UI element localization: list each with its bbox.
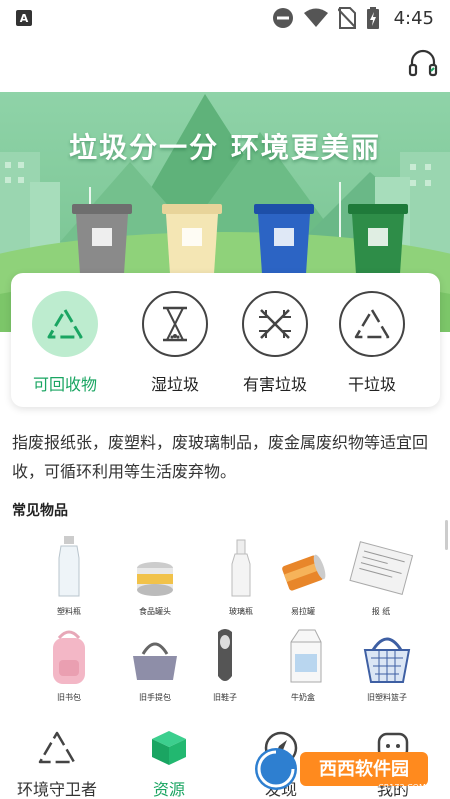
newspaper-icon (349, 541, 414, 595)
backpack-icon (53, 630, 85, 684)
category-dry[interactable]: 干垃圾 (322, 291, 422, 395)
recycle-outline-icon (354, 308, 390, 339)
item-label: 旧鞋子 (213, 693, 237, 702)
recycle-icon (47, 308, 83, 339)
item-food-can[interactable]: 食品罐头 (112, 534, 198, 622)
shoe-icon (218, 629, 232, 681)
banner-title: 垃圾分一分 环境更美丽 (69, 131, 381, 164)
item-label: 报 纸 (371, 607, 391, 616)
glass-bottle-icon (231, 539, 251, 597)
item-label: 易拉罐 (291, 607, 315, 616)
wifi-icon (303, 8, 328, 27)
nav-label: 环境守卫者 (16, 780, 97, 799)
basket-icon (363, 637, 411, 683)
category-recyclable[interactable]: 可回收物 (15, 291, 115, 395)
category-description: 指废报纸张，废塑料，废玻璃制品，废金属废织物等适宜回收，可循环利用等生活废弃物。 (12, 433, 429, 481)
nav-resources[interactable]: 资源 (114, 730, 224, 799)
item-label: 食品罐头 (139, 607, 171, 616)
item-old-plastic-basket[interactable]: 旧塑料篮子 (344, 626, 430, 714)
recycle-nav-icon (38, 731, 76, 764)
scrollbar-thumb[interactable] (445, 520, 448, 550)
headset-icon[interactable] (408, 48, 438, 78)
common-items-grid: 塑料瓶 食品罐头 玻璃瓶 易拉罐 报 纸 旧书包 旧手提包 旧鞋子 牛奶盒 旧塑… (12, 534, 442, 712)
item-label: 旧塑料篮子 (367, 693, 407, 702)
status-bar: A 4:45 (0, 0, 450, 36)
category-hazardous-circle (242, 291, 308, 357)
category-recyclable-circle (32, 291, 98, 357)
no-sim-icon (337, 7, 356, 29)
nav-environment-guardian[interactable]: 环境守卫者 (2, 730, 112, 799)
category-wet[interactable]: 湿垃圾 (125, 291, 225, 395)
item-label: 塑料瓶 (57, 607, 81, 616)
item-milk-carton[interactable]: 牛奶盒 (260, 626, 346, 714)
svg-text:西西软件园: 西西软件园 (319, 758, 409, 780)
clock: 4:45 (393, 7, 434, 29)
item-newspaper[interactable]: 报 纸 (338, 534, 424, 622)
svg-text:CR173.COM: CR173.COM (378, 783, 426, 792)
milk-carton-icon (290, 629, 322, 683)
section-title: 常见物品 (12, 503, 68, 519)
battery-charging-icon (366, 7, 379, 29)
category-card: 可回收物 湿垃圾 有害垃圾 干垃圾 (11, 273, 440, 407)
item-label: 牛奶盒 (291, 693, 315, 702)
food-can-icon (137, 562, 173, 596)
nav-label: 资源 (152, 780, 185, 799)
category-hazardous[interactable]: 有害垃圾 (225, 291, 325, 395)
category-label: 有害垃圾 (242, 375, 307, 394)
app-notification-icon: A (16, 10, 32, 26)
category-dry-circle (339, 291, 405, 357)
handbag-icon (133, 642, 177, 680)
item-label: 旧书包 (57, 693, 81, 702)
item-old-backpack[interactable]: 旧书包 (26, 626, 112, 714)
item-plastic-bottle[interactable]: 塑料瓶 (26, 534, 112, 622)
hourglass-icon (163, 306, 187, 342)
plastic-bottle-icon (58, 536, 80, 597)
cube-icon (152, 731, 186, 765)
category-wet-circle (142, 291, 208, 357)
category-label: 干垃圾 (347, 375, 396, 394)
hazard-cross-icon (259, 309, 291, 339)
do-not-disturb-icon (272, 8, 293, 28)
soda-can-icon (282, 554, 326, 591)
category-label: 湿垃圾 (150, 375, 199, 394)
category-label: 可回收物 (32, 375, 97, 394)
top-bar (0, 36, 450, 92)
item-soda-can[interactable]: 易拉罐 (260, 534, 346, 622)
watermark-logo: 西西软件园 CR173.COM (252, 746, 432, 792)
item-old-shoes[interactable]: 旧鞋子 (182, 626, 268, 714)
